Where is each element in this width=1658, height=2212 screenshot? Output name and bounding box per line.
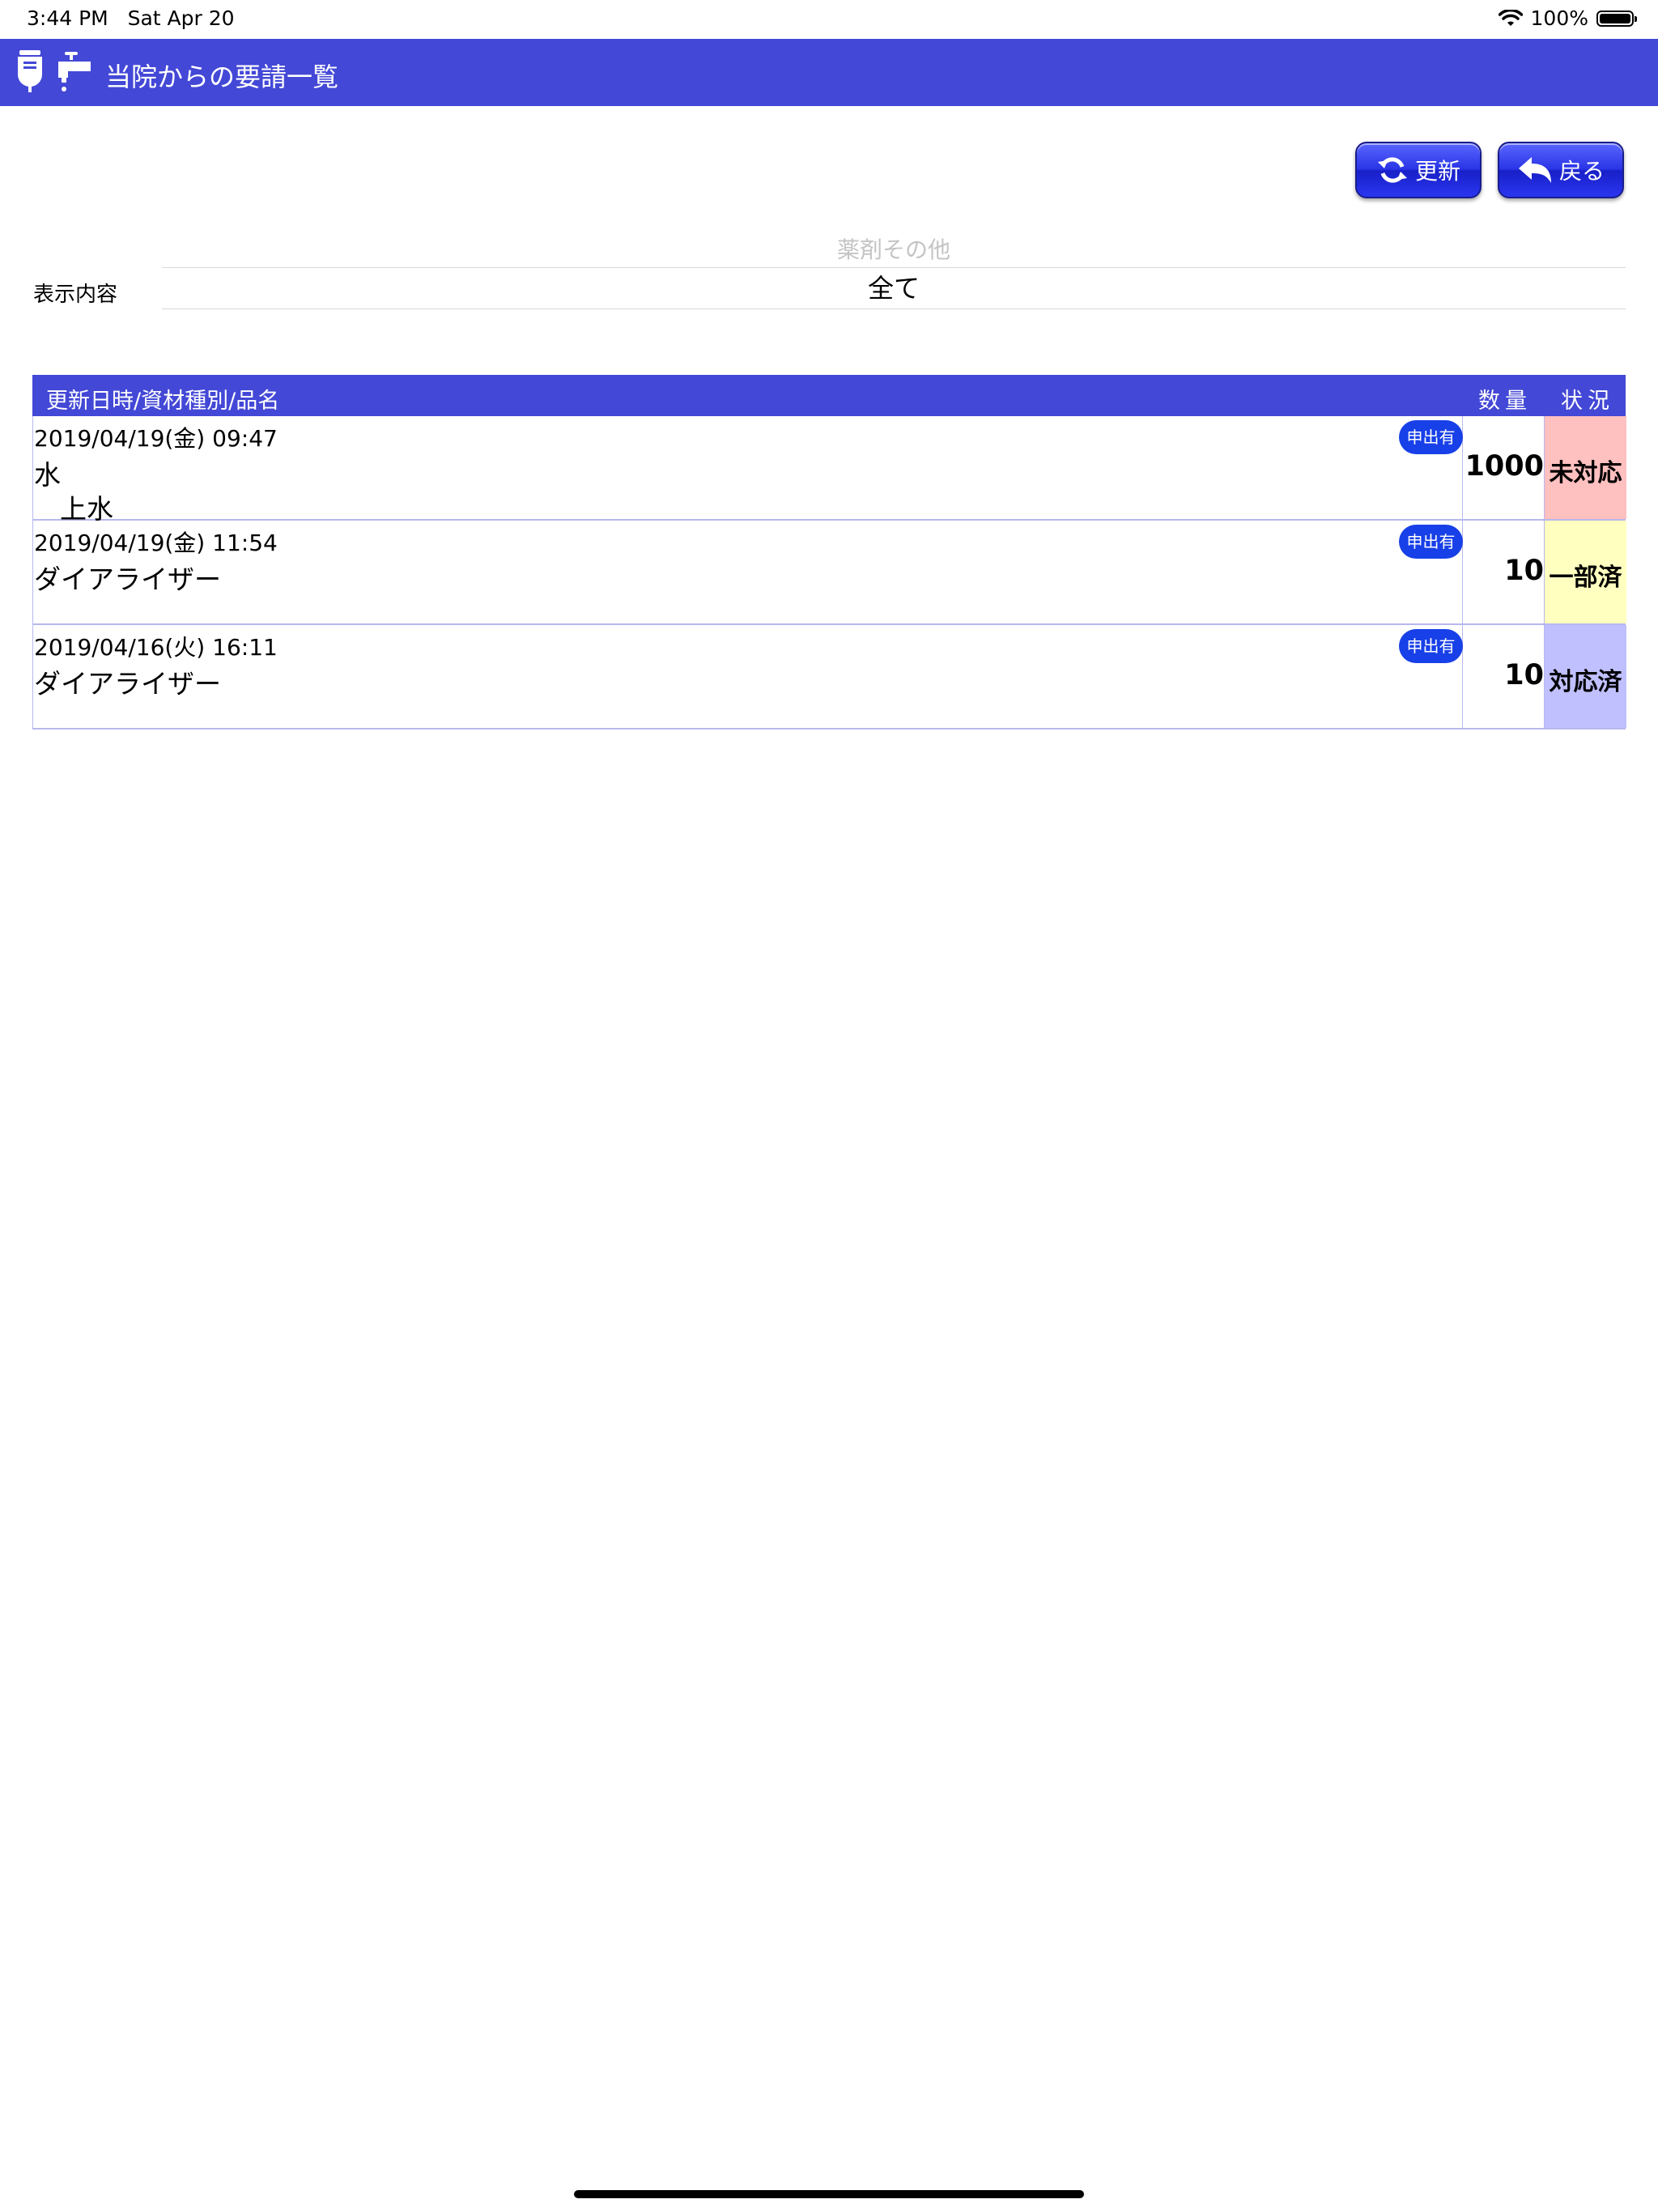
refresh-button[interactable]: 更新	[1355, 142, 1482, 198]
header-status: 状況	[1561, 389, 1614, 414]
row-date: 2019/04/19(金) 09:47	[34, 425, 278, 452]
status-indicators: 100%	[1498, 6, 1637, 30]
status-time: 3:44 PM Sat Apr 20	[27, 6, 235, 30]
table-row[interactable]: 2019/04/16(火) 16:11 ダイアライザー 申出有 10 対応済	[32, 625, 1626, 730]
refresh-icon	[1377, 157, 1407, 183]
row-category: ダイアライザー	[34, 668, 221, 700]
back-button[interactable]: 戻る	[1498, 142, 1624, 198]
row-status: 一部済	[1545, 521, 1626, 623]
nav-bar: 当院からの要請一覧	[0, 39, 1658, 106]
picker-option-above[interactable]: 薬剤その他	[162, 233, 1626, 267]
picker-selected-option[interactable]: 全て	[162, 267, 1626, 309]
request-badge[interactable]: 申出有	[1399, 629, 1463, 663]
home-indicator[interactable]	[574, 2190, 1084, 2198]
wifi-icon	[1498, 9, 1523, 26]
header-main: 更新日時/資材種別/品名	[46, 389, 280, 414]
refresh-label: 更新	[1414, 158, 1460, 185]
row-main-cell: 2019/04/19(金) 09:47 水 上水 申出有	[33, 416, 1463, 525]
header-quantity: 数量	[1478, 389, 1532, 414]
row-category: 水	[34, 459, 61, 491]
reply-arrow-icon	[1518, 157, 1551, 183]
status-date: Sat Apr 20	[127, 6, 235, 30]
row-date: 2019/04/16(火) 16:11	[34, 634, 278, 661]
row-category: ダイアライザー	[34, 564, 221, 595]
row-main-cell: 2019/04/19(金) 11:54 ダイアライザー 申出有	[33, 521, 1463, 623]
row-quantity: 1000	[1463, 416, 1545, 519]
row-status: 未対応	[1545, 416, 1626, 519]
battery-percent: 100%	[1530, 6, 1588, 30]
row-date: 2019/04/19(金) 11:54	[34, 530, 278, 556]
filter-label: 表示内容	[33, 283, 118, 307]
status-bar: 3:44 PM Sat Apr 20 100%	[0, 0, 1658, 39]
filter-picker[interactable]: 薬剤その他 全て	[162, 233, 1626, 313]
back-label: 戻る	[1558, 158, 1605, 185]
request-table: 更新日時/資材種別/品名 数量 状況 2019/04/19(金) 09:47 水…	[32, 375, 1626, 730]
row-status: 対応済	[1545, 625, 1626, 728]
table-row[interactable]: 2019/04/19(金) 11:54 ダイアライザー 申出有 10 一部済	[32, 521, 1626, 625]
row-quantity: 10	[1463, 521, 1545, 623]
request-badge[interactable]: 申出有	[1399, 420, 1463, 454]
request-badge[interactable]: 申出有	[1399, 525, 1463, 559]
table-header: 更新日時/資材種別/品名 数量 状況	[32, 375, 1626, 416]
row-main-cell: 2019/04/16(火) 16:11 ダイアライザー 申出有	[33, 625, 1463, 728]
faucet-icon	[58, 52, 91, 91]
row-quantity: 10	[1463, 625, 1545, 728]
page-title: 当院からの要請一覧	[105, 62, 339, 92]
table-row[interactable]: 2019/04/19(金) 09:47 水 上水 申出有 1000 未対応	[32, 416, 1626, 525]
battery-icon	[1596, 10, 1637, 27]
iv-bag-icon	[18, 50, 42, 92]
app-logo	[15, 49, 96, 94]
